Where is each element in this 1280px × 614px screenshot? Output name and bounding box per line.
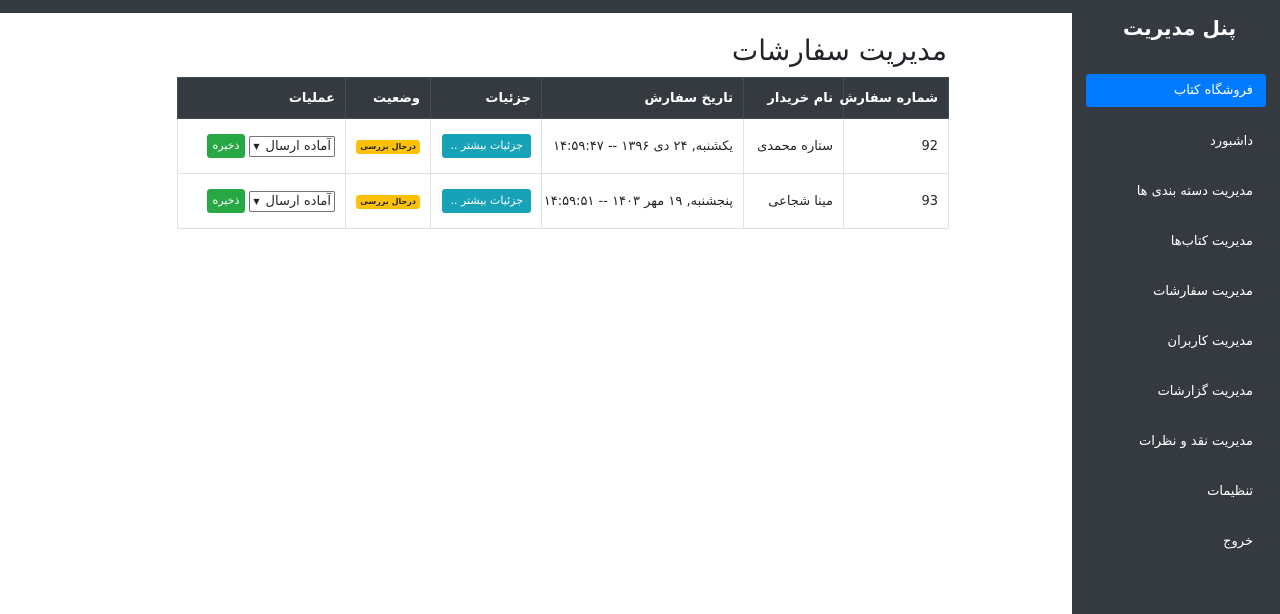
sidebar-item-settings[interactable]: تنظیمات [1086, 475, 1266, 508]
header-operations: عملیات [177, 77, 346, 119]
table-row: 93 مینا شجاعی پنجشنبه, ۱۹ مهر ۱۴۰۳ -- ۱۴… [177, 173, 949, 229]
buyer-name-cell: مینا شجاعی [743, 173, 844, 229]
status-select[interactable]: آماده ارسال ▼ [249, 190, 335, 212]
top-bar [0, 0, 1072, 13]
operations-group: آماده ارسال ▼ ذخیره [206, 189, 335, 213]
sidebar-item-bookstore[interactable]: فروشگاه کتاب [1086, 74, 1266, 107]
status-cell: درحال بررسی [345, 118, 431, 174]
chevron-down-icon: ▼ [253, 196, 260, 206]
sidebar-title: پنل مدیریت [1122, 16, 1236, 40]
sidebar-item-users[interactable]: مدیریت کاربران [1086, 325, 1266, 358]
operations-cell: آماده ارسال ▼ ذخیره [177, 173, 346, 229]
buyer-name-cell: ستاره محمدی [743, 118, 844, 174]
page-title: مدیریت سفارشات [731, 34, 947, 67]
sidebar: پنل مدیریت فروشگاه کتاب داشبورد مدیریت د… [1072, 0, 1280, 614]
status-badge: درحال بررسی [356, 195, 420, 209]
sidebar-item-reviews[interactable]: مدیریت نقد و نظرات [1086, 425, 1266, 458]
details-button[interactable]: جزئیات بیشتر .. [442, 134, 531, 158]
order-number-cell: 92 [843, 118, 949, 174]
chevron-down-icon: ▼ [253, 141, 260, 151]
sidebar-item-reports[interactable]: مدیریت گزارشات [1086, 375, 1266, 408]
header-order-number: شماره سفارش [839, 77, 949, 119]
details-cell: جزئیات بیشتر .. [430, 118, 542, 174]
save-button[interactable]: ذخیره [206, 134, 246, 158]
sidebar-item-dashboard[interactable]: داشبورد [1086, 125, 1266, 158]
sidebar-item-books[interactable]: مدیریت کتاب‌ها [1086, 225, 1266, 258]
header-status: وضعیت [345, 77, 431, 119]
save-button[interactable]: ذخیره [206, 189, 246, 213]
sidebar-item-orders[interactable]: مدیریت سفارشات [1086, 275, 1266, 308]
operations-group: آماده ارسال ▼ ذخیره [206, 134, 335, 158]
sidebar-item-logout[interactable]: خروج [1086, 525, 1266, 558]
header-details: جزئیات [430, 77, 542, 119]
header-order-date: تاریخ سفارش [541, 77, 744, 119]
operations-cell: آماده ارسال ▼ ذخیره [177, 118, 346, 174]
header-buyer-name: نام خریدار [743, 77, 844, 119]
table-header-row: شماره سفارش نام خریدار تاریخ سفارش جزئیا… [177, 77, 949, 119]
status-select[interactable]: آماده ارسال ▼ [249, 135, 335, 157]
status-cell: درحال بررسی [345, 173, 431, 229]
sidebar-item-categories[interactable]: مدیریت دسته بندی ها [1086, 175, 1266, 208]
table-row: 92 ستاره محمدی یکشنبه, ۲۴ دی ۱۳۹۶ -- ۱۴:… [177, 118, 949, 174]
orders-table: شماره سفارش نام خریدار تاریخ سفارش جزئیا… [177, 77, 949, 229]
details-cell: جزئیات بیشتر .. [430, 173, 542, 229]
status-badge: درحال بررسی [356, 140, 420, 154]
order-date-cell: یکشنبه, ۲۴ دی ۱۳۹۶ -- ۱۴:۵۹:۴۷ [541, 118, 744, 174]
status-select-value: آماده ارسال [265, 138, 331, 154]
order-number-cell: 93 [843, 173, 949, 229]
status-select-value: آماده ارسال [265, 193, 331, 209]
order-date-cell: پنجشنبه, ۱۹ مهر ۱۴۰۳ -- ۱۴:۵۹:۵۱ [541, 173, 744, 229]
details-button[interactable]: جزئیات بیشتر .. [442, 189, 531, 213]
